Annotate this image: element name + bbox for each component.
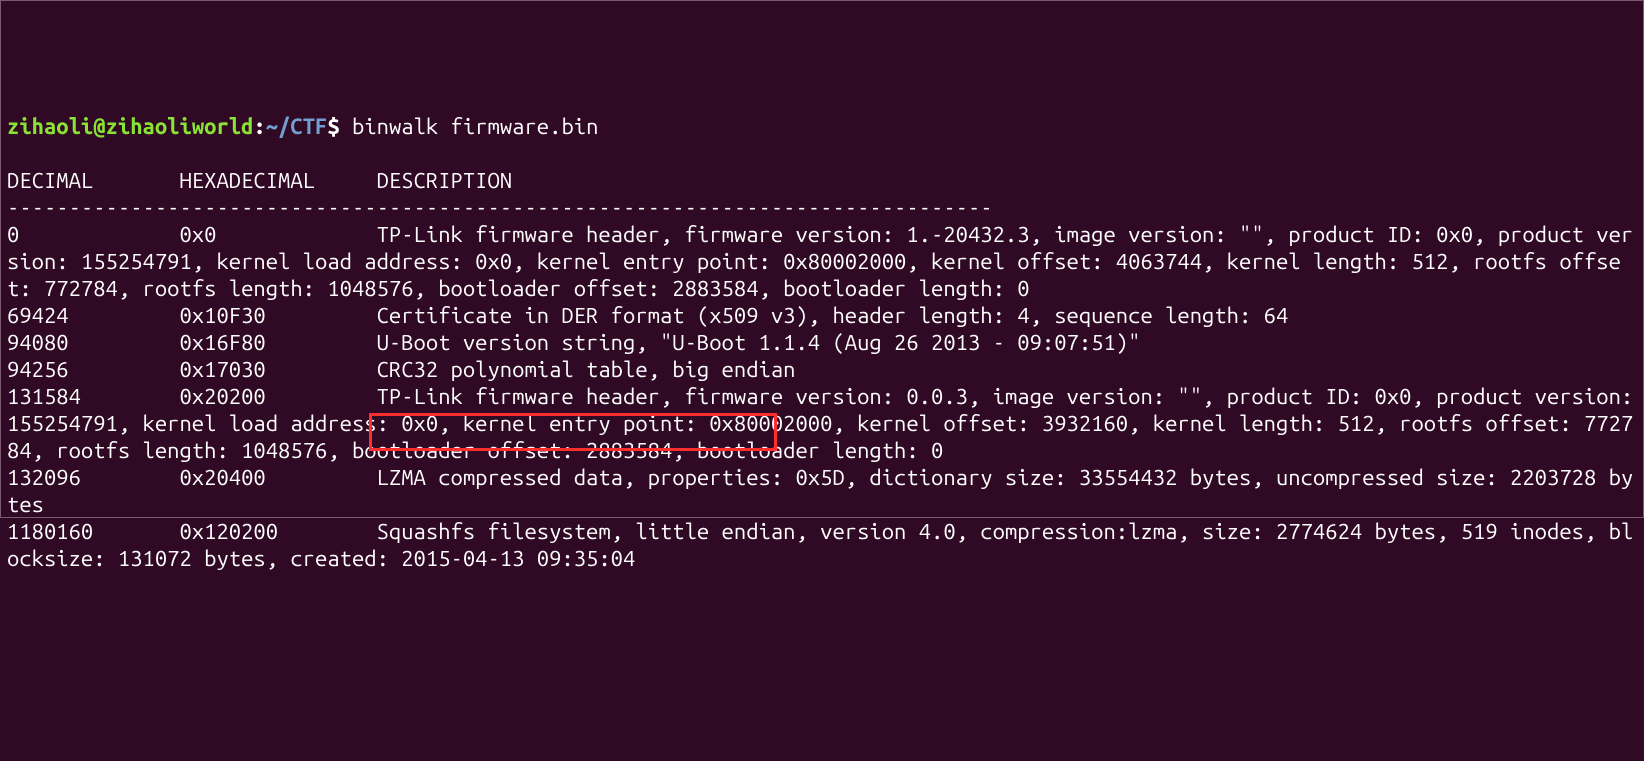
output-line: 0 0x0 TP-Link firmware header, firmware … bbox=[7, 222, 1633, 301]
prompt-at: @ bbox=[93, 114, 105, 139]
output-line: 94256 0x17030 CRC32 polynomial table, bi… bbox=[7, 357, 795, 382]
terminal-output[interactable]: zihaoli@zihaoliworld:~/CTF$ binwalk firm… bbox=[7, 113, 1637, 572]
output-header: DECIMAL HEXADECIMAL DESCRIPTION bbox=[7, 168, 512, 193]
output-rule: ----------------------------------------… bbox=[7, 195, 993, 220]
output-line: 1180160 0x120200 Squashfs filesystem, li… bbox=[7, 519, 1633, 571]
prompt-user: zihaoli bbox=[7, 114, 93, 139]
output-line: 132096 0x20400 LZMA compressed data, pro… bbox=[7, 465, 1633, 517]
output-line: 69424 0x10F30 Certificate in DER format … bbox=[7, 303, 1288, 328]
output-line: 94080 0x16F80 U-Boot version string, "U-… bbox=[7, 330, 1140, 355]
output-line: 131584 0x20200 TP-Link firmware header, … bbox=[7, 384, 1644, 463]
prompt-path: ~/CTF bbox=[266, 114, 328, 139]
prompt-colon: : bbox=[253, 114, 265, 139]
command-text: binwalk firmware.bin bbox=[352, 114, 598, 139]
prompt-dollar: $ bbox=[327, 114, 352, 139]
prompt-host: zihaoliworld bbox=[106, 114, 254, 139]
